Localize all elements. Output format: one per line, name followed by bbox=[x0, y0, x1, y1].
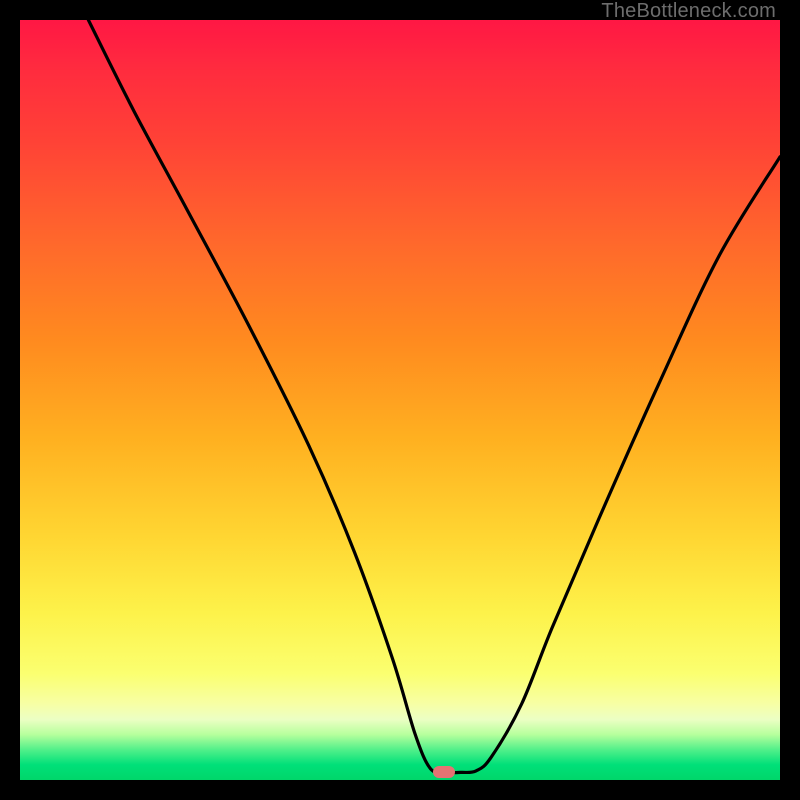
watermark-text: TheBottleneck.com bbox=[601, 0, 776, 23]
bottleneck-curve bbox=[20, 20, 780, 780]
optimal-marker bbox=[433, 766, 455, 778]
curve-path bbox=[88, 20, 780, 773]
plot-area bbox=[20, 20, 780, 780]
chart-frame: TheBottleneck.com bbox=[0, 0, 800, 800]
